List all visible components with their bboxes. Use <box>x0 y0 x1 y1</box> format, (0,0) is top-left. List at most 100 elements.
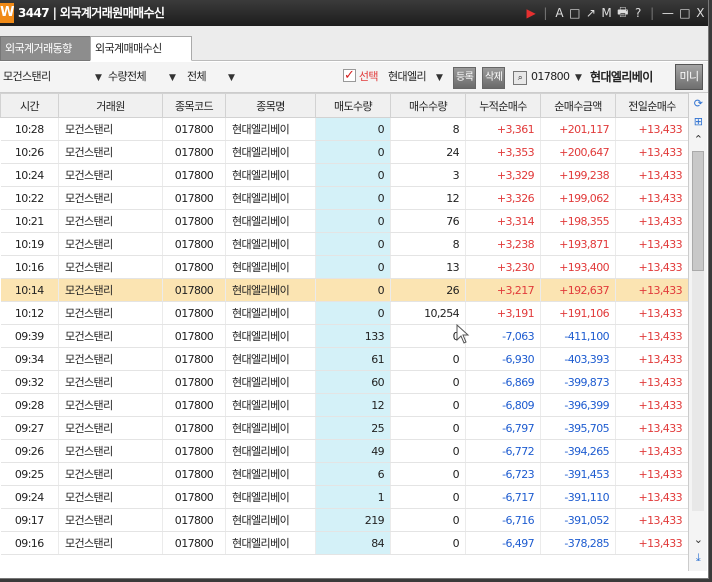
row-prev-net: +13,433 <box>615 531 688 555</box>
font-size-button[interactable]: A <box>555 6 563 20</box>
row-cum-net: -6,772 <box>465 439 541 463</box>
delete-button[interactable]: 삭제 <box>482 67 506 89</box>
table-row[interactable]: 10:26 모건스탠리 017800 현대엘리베이 0 24 +3,353 +200,647 +… <box>0 140 688 164</box>
minimize-button[interactable]: — <box>662 6 674 20</box>
close-button[interactable]: X <box>696 6 704 20</box>
refresh-icon[interactable]: ⟳ <box>689 95 707 113</box>
stock-dropdown-arrow[interactable]: ▼ <box>433 66 445 88</box>
window-controls: ▶ | A □ ↗ M 🖶 ? | — □ X <box>526 0 704 26</box>
row-sell-qty: 0 <box>315 232 391 256</box>
scroll-down-icon[interactable]: ⌄ <box>689 531 707 549</box>
row-time: 09:28 <box>0 393 59 417</box>
table-row[interactable]: 09:16 모건스탠리 017800 현대엘리베이 84 0 -6,497 -378,285 +… <box>0 531 688 555</box>
stock-name-label: 현대엘리베이 <box>590 70 653 84</box>
row-name: 현대엘리베이 <box>225 393 316 417</box>
col-header-sell-qty[interactable]: 매도수량 <box>315 93 391 118</box>
row-sell-qty: 25 <box>315 416 391 440</box>
row-broker: 모건스탠리 <box>58 370 163 394</box>
table-row[interactable]: 10:16 모건스탠리 017800 현대엘리베이 0 13 +3,230 +193,400 +… <box>0 255 688 279</box>
row-time: 10:19 <box>0 232 59 256</box>
row-prev-net: +13,433 <box>615 393 688 417</box>
row-time: 10:12 <box>0 301 59 325</box>
mini-button[interactable]: 미니 <box>675 64 703 90</box>
col-header-prev-net[interactable]: 전일순매수 <box>615 93 688 118</box>
table-row[interactable]: 09:24 모건스탠리 017800 현대엘리베이 1 0 -6,717 -391,110 +1… <box>0 485 688 509</box>
col-header-code[interactable]: 종목코드 <box>162 93 226 118</box>
row-name: 현대엘리베이 <box>225 163 316 187</box>
all-filter-select[interactable]: 전체 <box>187 66 207 88</box>
row-buy-qty: 0 <box>390 370 466 394</box>
popout-button[interactable]: ↗ <box>586 6 596 20</box>
row-time: 09:16 <box>0 531 59 555</box>
row-cum-net: +3,326 <box>465 186 541 210</box>
row-prev-net: +13,433 <box>615 301 688 325</box>
help-button[interactable]: ? <box>634 6 642 20</box>
col-header-cum-net[interactable]: 누적순매수 <box>465 93 541 118</box>
scroll-end-icon[interactable]: ⤓ <box>689 549 707 567</box>
row-code: 017800 <box>162 416 226 440</box>
table-row[interactable]: 09:39 모건스탠리 017800 현대엘리베이 133 0 -7,063 -411,100… <box>0 324 688 348</box>
scroll-thumb[interactable] <box>692 151 704 271</box>
select-checkbox[interactable] <box>343 65 356 87</box>
table-row[interactable]: 10:24 모건스탠리 017800 현대엘리베이 0 3 +3,329 +199,238 +1… <box>0 163 688 187</box>
table-row[interactable]: 09:32 모건스탠리 017800 현대엘리베이 60 0 -6,869 -399,873 +… <box>0 370 688 394</box>
all-filter-value: 전체 <box>187 70 207 83</box>
row-broker: 모건스탠리 <box>58 439 163 463</box>
col-header-time[interactable]: 시간 <box>0 93 59 118</box>
table-row[interactable]: 10:28 모건스탠리 017800 현대엘리베이 0 8 +3,361 +201,117 +1… <box>0 117 688 141</box>
print-button[interactable]: 🖶 <box>617 3 628 24</box>
row-broker: 모건스탠리 <box>58 508 163 532</box>
scroll-up-icon[interactable]: ⌃ <box>689 131 707 149</box>
search-icon[interactable]: ⌕ <box>513 71 527 85</box>
stock-select[interactable]: 현대엘리 <box>388 66 427 88</box>
table-row[interactable]: 10:21 모건스탠리 017800 현대엘리베이 0 76 +3,314 +198,355 +… <box>0 209 688 233</box>
col-header-name[interactable]: 종목명 <box>225 93 316 118</box>
table-row[interactable]: 09:28 모건스탠리 017800 현대엘리베이 12 0 -6,809 -396,399 +… <box>0 393 688 417</box>
select-label: 선택 <box>358 70 379 83</box>
red-flag-icon[interactable]: ▶ <box>526 6 535 20</box>
table-row[interactable]: 10:12 모건스탠리 017800 현대엘리베이 0 10,254 +3,191 +191,… <box>0 301 688 325</box>
stock-code-input[interactable]: 017800 <box>531 68 571 86</box>
row-buy-qty: 76 <box>390 209 466 233</box>
row-prev-net: +13,433 <box>615 485 688 509</box>
col-header-broker[interactable]: 거래원 <box>58 93 163 118</box>
tab-foreign-realtime[interactable]: 외국계매매수신 <box>90 36 192 61</box>
row-name: 현대엘리베이 <box>225 508 316 532</box>
restore-layout-button[interactable]: □ <box>569 6 580 20</box>
table-row[interactable]: 10:22 모건스탠리 017800 현대엘리베이 0 12 +3,326 +199,062 +… <box>0 186 688 210</box>
qty-filter-select[interactable]: 수량전체 <box>108 66 147 88</box>
col-header-buy-qty[interactable]: 매수수량 <box>390 93 466 118</box>
table-row[interactable]: 09:27 모건스탠리 017800 현대엘리베이 25 0 -6,797 -395,705 +… <box>0 416 688 440</box>
row-buy-qty: 0 <box>390 531 466 555</box>
grid-settings-icon[interactable]: ⊞ <box>689 113 707 131</box>
app-window: W 3447 | 외국계거래원매매수신 ▶ | A □ ↗ M 🖶 ? | — … <box>0 0 709 579</box>
all-dropdown-arrow[interactable]: ▼ <box>225 66 237 88</box>
row-broker: 모건스탠리 <box>58 485 163 509</box>
select-checkbox-group[interactable]: 선택 <box>343 65 379 88</box>
qty-dropdown-arrow[interactable]: ▼ <box>166 66 178 88</box>
row-code: 017800 <box>162 439 226 463</box>
window-title: 3447 | 외국계거래원매매수신 <box>18 6 165 20</box>
broker-dropdown-arrow[interactable]: ▼ <box>92 66 104 88</box>
table-row[interactable]: 09:25 모건스탠리 017800 현대엘리베이 6 0 -6,723 -391,453 +1… <box>0 462 688 486</box>
maximize-button[interactable]: □ <box>679 6 690 20</box>
row-cum-net: +3,230 <box>465 255 541 279</box>
row-buy-qty: 0 <box>390 439 466 463</box>
tab-foreign-trend[interactable]: 외국계거래동향 <box>0 36 96 61</box>
table-row[interactable]: 10:19 모건스탠리 017800 현대엘리베이 0 8 +3,238 +193,871 +1… <box>0 232 688 256</box>
broker-select[interactable]: 모건스탠리 <box>3 66 51 88</box>
vertical-scrollbar[interactable]: ⟳ ⊞ ⌃ ⌄ ⤓ <box>688 93 707 571</box>
col-header-net-amount[interactable]: 순매수금액 <box>540 93 616 118</box>
table-row[interactable]: 09:17 모건스탠리 017800 현대엘리베이 219 0 -6,716 -391,052… <box>0 508 688 532</box>
memo-button[interactable]: M <box>601 6 611 20</box>
row-code: 017800 <box>162 140 226 164</box>
table-row[interactable]: 10:14 모건스탠리 017800 현대엘리베이 0 26 +3,217 +192,637 +… <box>0 278 688 302</box>
row-cum-net: +3,353 <box>465 140 541 164</box>
row-time: 10:14 <box>0 278 59 302</box>
register-button[interactable]: 등록 <box>453 67 477 89</box>
code-dropdown-arrow[interactable]: ▼ <box>572 66 584 88</box>
table-row[interactable]: 09:34 모건스탠리 017800 현대엘리베이 61 0 -6,930 -403,393 +… <box>0 347 688 371</box>
row-cum-net: +3,191 <box>465 301 541 325</box>
table-row[interactable]: 09:26 모건스탠리 017800 현대엘리베이 49 0 -6,772 -394,265 +… <box>0 439 688 463</box>
row-name: 현대엘리베이 <box>225 186 316 210</box>
